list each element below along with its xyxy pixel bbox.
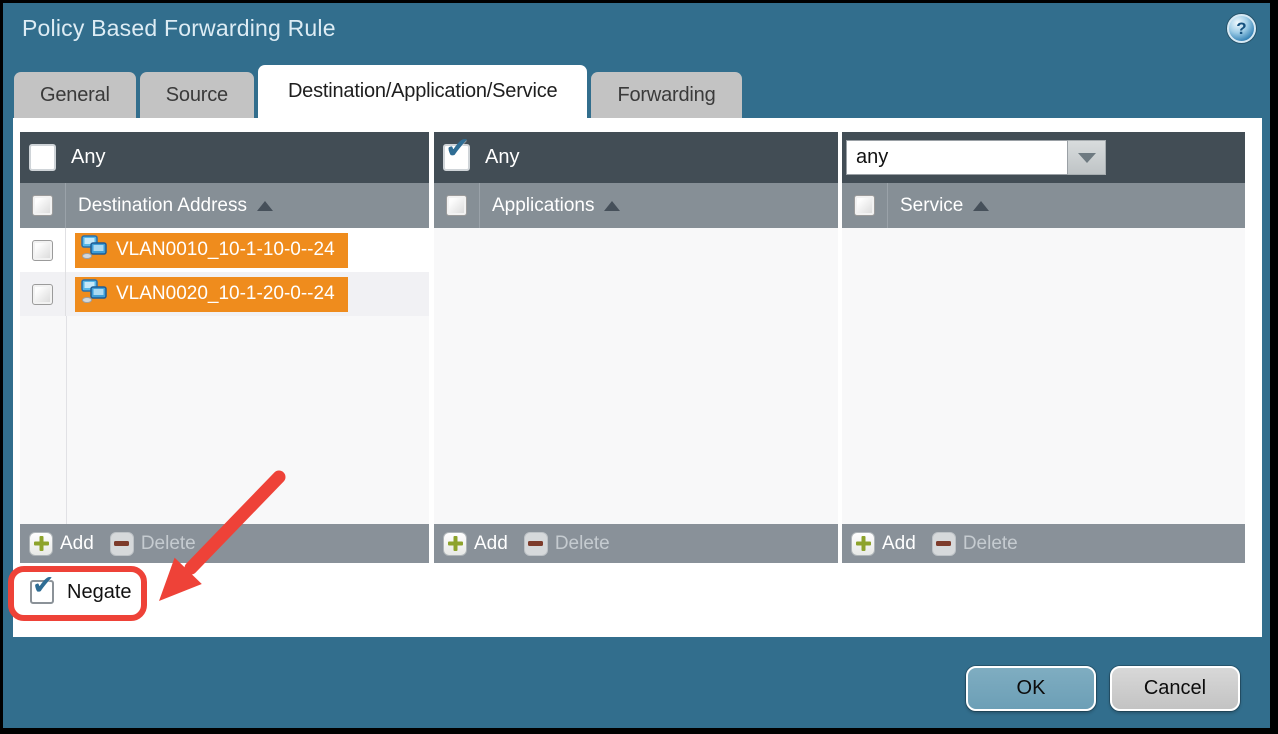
address-object-label: VLAN0010_10-1-10-0--24 xyxy=(116,239,335,261)
service-column-header: Service xyxy=(842,183,1245,228)
sort-ascending-icon[interactable] xyxy=(973,201,989,211)
destination-select-all-checkbox[interactable] xyxy=(32,195,53,216)
row-checkbox[interactable] xyxy=(32,240,53,261)
destination-any-row: Any xyxy=(20,132,429,183)
add-button[interactable]: Add xyxy=(443,532,508,556)
dialog-title: Policy Based Forwarding Rule xyxy=(22,15,336,42)
service-column-title[interactable]: Service xyxy=(900,195,963,217)
service-select-all-checkbox[interactable] xyxy=(854,195,875,216)
address-object-icon xyxy=(81,235,108,265)
service-panel: any Service Add xyxy=(842,132,1245,563)
ok-button[interactable]: OK xyxy=(966,666,1096,711)
tab-bar: General Source Destination/Application/S… xyxy=(14,65,742,118)
sort-ascending-icon[interactable] xyxy=(257,201,273,211)
service-footer: Add Delete xyxy=(842,524,1245,563)
minus-icon xyxy=(110,532,134,556)
tab-destination-application-service[interactable]: Destination/Application/Service xyxy=(258,65,588,118)
applications-select-all-checkbox[interactable] xyxy=(446,195,467,216)
service-dropdown[interactable]: any xyxy=(846,140,1106,175)
tab-source[interactable]: Source xyxy=(140,72,254,118)
negate-label: Negate xyxy=(67,581,132,604)
address-object-chip[interactable]: VLAN0010_10-1-10-0--24 xyxy=(75,233,348,268)
row-checkbox[interactable] xyxy=(32,284,53,305)
negate-checkbox[interactable] xyxy=(30,580,54,604)
minus-icon xyxy=(524,532,548,556)
address-object-label: VLAN0020_10-1-20-0--24 xyxy=(116,283,335,305)
address-object-icon xyxy=(81,279,108,309)
tab-content: Any Destination Address xyxy=(13,118,1262,637)
service-any-row: any xyxy=(842,132,1245,183)
minus-icon xyxy=(932,532,956,556)
destination-any-label: Any xyxy=(71,146,105,169)
applications-column-title[interactable]: Applications xyxy=(492,195,594,217)
add-button[interactable]: Add xyxy=(851,532,916,556)
tab-general[interactable]: General xyxy=(14,72,136,118)
address-object-chip[interactable]: VLAN0020_10-1-20-0--24 xyxy=(75,277,348,312)
tab-forwarding[interactable]: Forwarding xyxy=(591,72,741,118)
table-row[interactable]: VLAN0010_10-1-10-0--24 xyxy=(20,228,429,272)
applications-list xyxy=(434,228,838,524)
plus-icon xyxy=(29,532,53,556)
service-list xyxy=(842,228,1245,524)
applications-footer: Add Delete xyxy=(434,524,838,563)
destination-any-checkbox[interactable] xyxy=(29,144,56,171)
delete-button[interactable]: Delete xyxy=(932,532,1018,556)
plus-icon xyxy=(443,532,467,556)
destination-list: VLAN0010_10-1-10-0--24 xyxy=(20,228,429,524)
destination-column-header: Destination Address xyxy=(20,183,429,228)
destination-column-title[interactable]: Destination Address xyxy=(78,195,247,217)
policy-based-forwarding-dialog: Policy Based Forwarding Rule ? General S… xyxy=(0,0,1278,734)
applications-any-row: Any xyxy=(434,132,838,183)
applications-column-header: Applications xyxy=(434,183,838,228)
applications-any-checkbox[interactable] xyxy=(443,144,470,171)
sort-ascending-icon[interactable] xyxy=(604,201,620,211)
destination-footer: Add Delete xyxy=(20,524,429,563)
applications-panel: Any Applications Add D xyxy=(434,132,838,563)
table-row[interactable]: VLAN0020_10-1-20-0--24 xyxy=(20,272,429,316)
delete-button[interactable]: Delete xyxy=(524,532,610,556)
applications-any-label: Any xyxy=(485,146,519,169)
add-button[interactable]: Add xyxy=(29,532,94,556)
chevron-down-icon[interactable] xyxy=(1068,140,1106,175)
negate-row: Negate xyxy=(30,580,132,604)
plus-icon xyxy=(851,532,875,556)
destination-panel: Any Destination Address xyxy=(20,132,429,563)
help-icon[interactable]: ? xyxy=(1227,14,1256,43)
delete-button[interactable]: Delete xyxy=(110,532,196,556)
service-dropdown-value[interactable]: any xyxy=(846,140,1068,175)
cancel-button[interactable]: Cancel xyxy=(1110,666,1240,711)
